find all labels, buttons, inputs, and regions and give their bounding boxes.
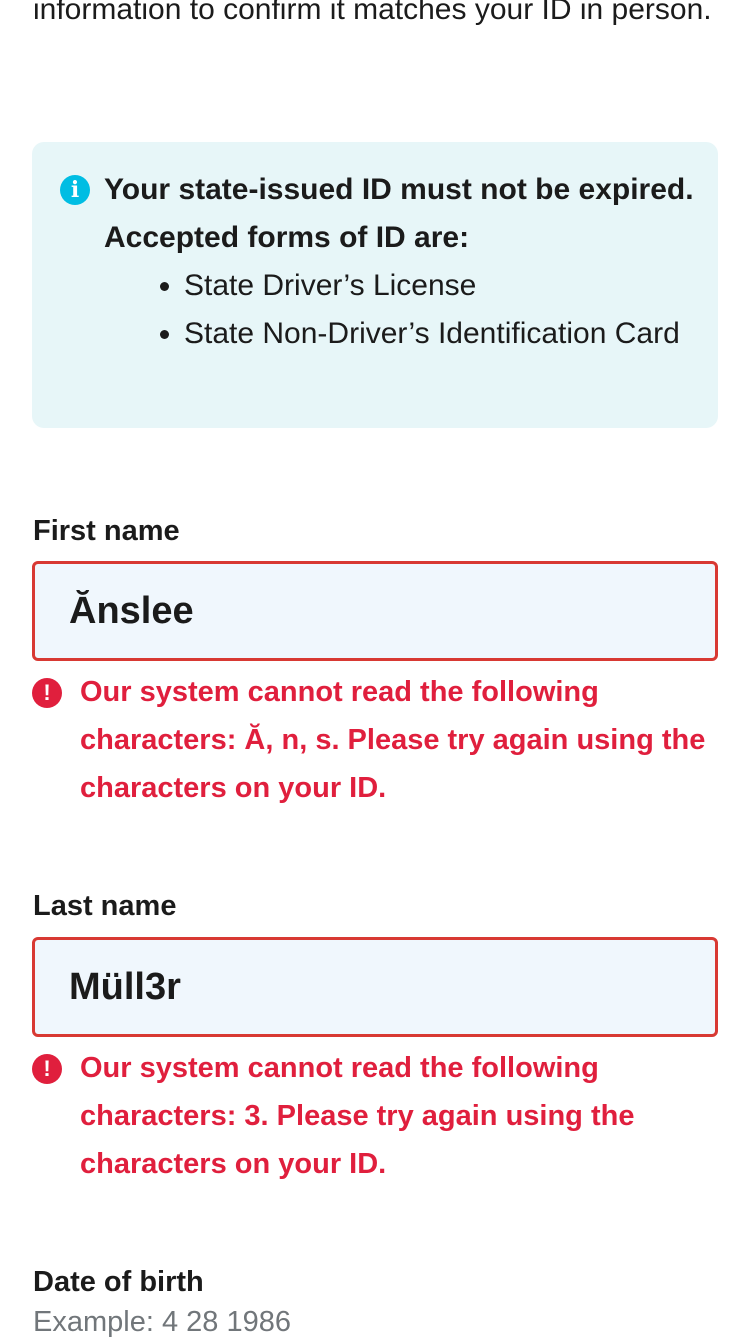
last-name-input[interactable] <box>32 937 718 1037</box>
error-icon: ! <box>32 678 62 708</box>
date-of-birth-hint: Example: 4 28 1986 <box>33 1306 291 1338</box>
intro-text: information to confirm it matches your I… <box>33 0 712 26</box>
last-name-label: Last name <box>33 890 177 922</box>
first-name-error-text: Our system cannot read the following cha… <box>80 676 706 804</box>
list-item: State Driver’s License <box>160 262 704 310</box>
error-icon: ! <box>32 1054 62 1084</box>
first-name-input[interactable] <box>32 561 718 661</box>
first-name-label: First name <box>33 515 180 547</box>
last-name-error-text: Our system cannot read the following cha… <box>80 1052 635 1180</box>
info-icon: i <box>60 175 90 205</box>
list-item: State Non-Driver’s Identification Card <box>160 310 704 358</box>
alert-heading: Your state-issued ID must not be expired… <box>104 173 694 254</box>
date-of-birth-label: Date of birth <box>33 1266 204 1298</box>
accepted-id-list: State Driver’s License State Non-Driver’… <box>160 262 704 358</box>
id-info-alert: i Your state-issued ID must not be expir… <box>32 142 718 428</box>
